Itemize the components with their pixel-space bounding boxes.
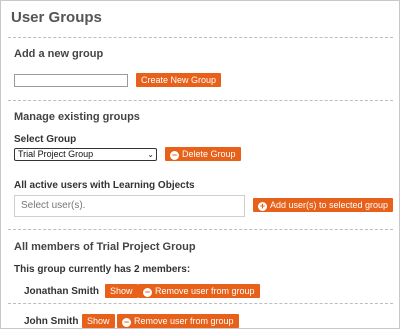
remove-member-button[interactable]: − Remove user from group <box>138 284 260 298</box>
remove-member-button[interactable]: − Remove user from group <box>117 314 239 328</box>
group-select-value: Trial Project Group <box>18 149 94 159</box>
members-heading: All members of Trial Project Group <box>14 241 196 253</box>
group-name-input[interactable] <box>14 74 128 87</box>
delete-group-label: Delete Group <box>182 149 236 159</box>
delete-group-button[interactable]: − Delete Group <box>165 147 241 161</box>
minus-circle-icon: − <box>170 150 179 160</box>
show-member-button[interactable]: Show <box>105 284 138 298</box>
add-users-label: Add user(s) to selected group <box>270 200 389 210</box>
page-title: User Groups <box>11 9 102 26</box>
chevron-down-icon: ⌄ <box>147 150 154 159</box>
divider <box>8 37 393 38</box>
manage-groups-heading: Manage existing groups <box>14 111 140 123</box>
user-groups-panel: User Groups Add a new group Create New G… <box>0 0 400 329</box>
divider <box>8 229 393 230</box>
show-member-button[interactable]: Show <box>82 314 115 328</box>
minus-circle-icon: − <box>143 287 152 297</box>
active-users-label: All active users with Learning Objects <box>14 180 195 191</box>
divider <box>8 303 393 304</box>
remove-member-label: Remove user from group <box>155 286 255 296</box>
group-select[interactable]: Trial Project Group ⌄ <box>14 148 157 161</box>
add-users-button[interactable]: + Add user(s) to selected group <box>253 198 394 212</box>
divider <box>8 100 393 101</box>
select-group-label: Select Group <box>14 134 77 145</box>
user-select-input[interactable]: Select user(s). <box>14 195 245 217</box>
remove-member-label: Remove user from group <box>134 316 234 326</box>
member-name: John Smith <box>24 316 79 327</box>
member-name: Jonathan Smith <box>24 286 100 297</box>
minus-circle-icon: − <box>122 317 131 327</box>
plus-circle-icon: + <box>258 201 267 211</box>
add-group-heading: Add a new group <box>14 48 104 60</box>
member-count-text: This group currently has 2 members: <box>14 264 191 275</box>
create-group-button[interactable]: Create New Group <box>136 73 222 87</box>
